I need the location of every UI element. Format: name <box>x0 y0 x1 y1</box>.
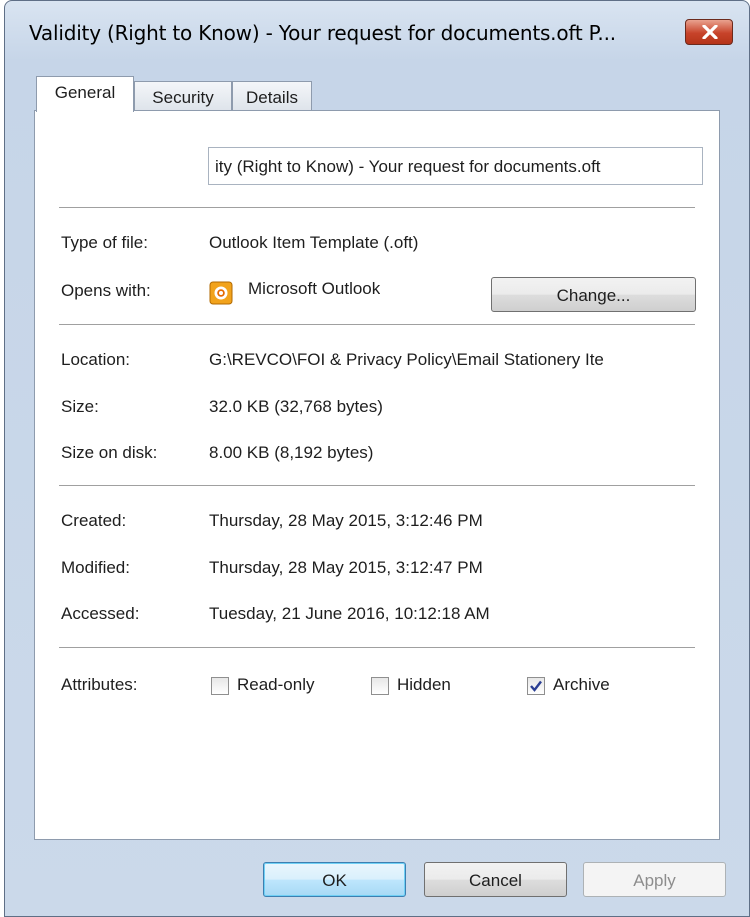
location-label: Location: <box>61 350 130 369</box>
close-button[interactable] <box>685 19 733 45</box>
tab-general-label: General <box>54 83 116 102</box>
apply-button[interactable]: Apply <box>583 862 726 897</box>
accessed-label: Accessed: <box>61 604 140 623</box>
separator <box>59 485 695 487</box>
outlook-icon <box>209 281 233 305</box>
general-tab-panel: ity (Right to Know) - Your request for d… <box>34 110 720 840</box>
read-only-checkbox[interactable] <box>211 677 229 695</box>
close-icon <box>702 25 718 39</box>
read-only-label[interactable]: Read-only <box>237 675 315 695</box>
tab-details[interactable]: Details <box>232 81 312 112</box>
modified-value: Thursday, 28 May 2015, 3:12:47 PM <box>209 558 483 577</box>
attributes-label: Attributes: <box>61 675 138 694</box>
change-button[interactable]: Change... <box>491 277 696 312</box>
location-value: G:\REVCO\FOI & Privacy Policy\Email Stat… <box>209 350 604 369</box>
separator <box>59 647 695 649</box>
checkmark-icon <box>530 680 542 692</box>
type-label: Type of file: <box>61 233 148 252</box>
window-title: Validity (Right to Know) - Your request … <box>29 21 616 45</box>
size-label: Size: <box>61 397 99 416</box>
cancel-button[interactable]: Cancel <box>424 862 567 897</box>
filename-field[interactable]: ity (Right to Know) - Your request for d… <box>208 147 703 185</box>
tab-security-label: Security <box>152 88 214 107</box>
separator <box>59 207 695 209</box>
created-value: Thursday, 28 May 2015, 3:12:46 PM <box>209 511 483 530</box>
tab-details-label: Details <box>246 88 298 107</box>
size-on-disk-label: Size on disk: <box>61 443 158 462</box>
hidden-checkbox[interactable] <box>371 677 389 695</box>
size-on-disk-value: 8.00 KB (8,192 bytes) <box>209 443 374 462</box>
archive-checkbox[interactable] <box>527 677 545 695</box>
tab-general[interactable]: General <box>36 76 134 112</box>
created-label: Created: <box>61 511 127 530</box>
accessed-value: Tuesday, 21 June 2016, 10:12:18 AM <box>209 604 490 623</box>
size-value: 32.0 KB (32,768 bytes) <box>209 397 383 416</box>
modified-label: Modified: <box>61 558 130 577</box>
type-value: Outlook Item Template (.oft) <box>209 233 419 252</box>
tab-security[interactable]: Security <box>134 81 232 112</box>
hidden-label[interactable]: Hidden <box>397 675 451 695</box>
opens-with-value: Microsoft Outlook <box>248 279 381 298</box>
archive-label[interactable]: Archive <box>553 675 610 695</box>
opens-with-label: Opens with: <box>61 281 151 300</box>
separator <box>59 324 695 326</box>
ok-button[interactable]: OK <box>263 862 406 897</box>
